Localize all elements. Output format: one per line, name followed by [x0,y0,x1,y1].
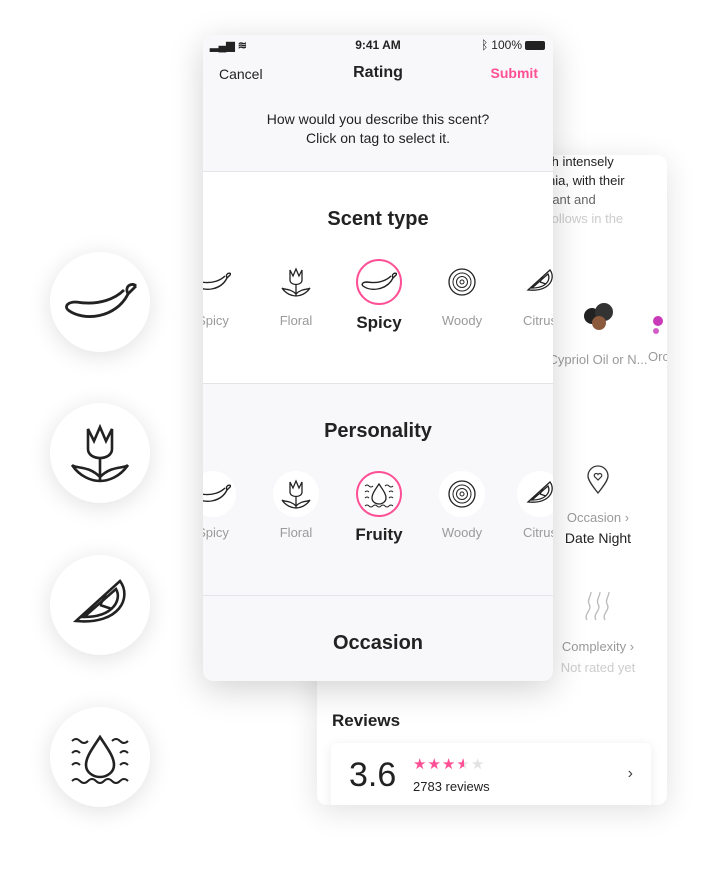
star-icon: ★ [427,756,442,773]
chili-icon [356,259,402,305]
review-count: 2783 reviews [413,779,490,794]
orchid-image [653,316,663,334]
battery-icon [525,40,545,50]
location-heart-icon [587,465,609,495]
battery-status: ᛒ 100% [481,38,545,52]
section-title-occasion: Occasion [332,632,424,654]
tag-spicy[interactable]: Spicy [203,259,253,328]
tag-fruity[interactable]: Fruity [339,471,419,545]
tag-label: Floral [279,525,313,540]
rating-modal: ▂▄▆ ≋ 9:41 AM ᛒ 100% Cancel Rating Submit… [203,35,553,681]
cypriol-image [584,303,613,330]
note-cypriol[interactable]: Cypriol Oil or N... [548,300,648,369]
tulip-icon [273,471,319,517]
prompt-text: How would you describe this scent? Click… [203,110,553,148]
citrus-icon [517,259,553,305]
occasion-item[interactable]: Occasion › Date Night [548,465,648,546]
tag-floral[interactable]: Floral [256,471,336,540]
star-icon: ★ [413,756,428,773]
tag-label: Floral [279,313,313,328]
water-drop-icon [50,707,150,807]
reviews-summary-card[interactable]: 3.6 ★★★★★ 2783 reviews › [331,743,651,805]
complexity-value: Not rated yet [560,660,636,675]
submit-button[interactable]: Submit [491,65,538,81]
chili-icon [203,471,236,517]
desc-line: nia, with their [548,173,625,188]
rating-score: 3.6 [349,756,397,794]
tag-floral[interactable]: Floral [256,259,336,328]
tag-label: Spicy [203,525,229,540]
note-label: Cypriol Oil or N... [548,352,648,367]
tag-label: Woody [441,525,483,540]
tag-label: Woody [441,313,483,328]
tulip-icon [273,259,319,305]
woody-icon [439,259,485,305]
tag-woody[interactable]: Woody [422,259,502,328]
drop-icon [356,471,402,517]
citrus-icon [517,471,553,517]
section-title-personality: Personality [324,420,432,442]
tag-label: Citrus [523,525,553,540]
tag-label: Fruity [355,525,403,544]
bluetooth-icon: ᛒ [481,38,489,52]
section-title-scent-type: Scent type [327,208,429,230]
star-rating: ★★★★★ [413,755,485,774]
woody-icon [439,471,485,517]
occasion-value: Date Night [564,530,632,546]
tag-label: Spicy [203,313,229,328]
tag-label: Spicy [356,313,402,332]
complexity-waves-icon [585,591,610,621]
reviews-heading: Reviews [332,711,401,730]
tag-spicy[interactable]: Spicy [339,259,419,333]
star-half-icon: ★ [456,756,471,773]
tag-citrus[interactable]: Citrus [500,259,553,328]
tag-spicy[interactable]: Spicy [203,471,253,540]
star-icon: ★ [441,756,457,773]
description: th intensely nia, with their rant and fo… [548,155,625,228]
prompt-line: Click on tag to select it. [306,130,450,146]
tag-woody[interactable]: Woody [422,471,502,540]
tag-citrus[interactable]: Citrus [500,471,553,540]
desc-line: th intensely [548,155,614,169]
tag-label: Citrus [523,313,553,328]
citrus-icon [50,555,150,655]
chili-icon [50,252,150,352]
complexity-item[interactable]: Complexity › Not rated yet [548,590,648,675]
chevron-right-icon[interactable]: › [628,765,633,783]
desc-line: rant and [548,192,596,207]
prompt-line: How would you describe this scent? [266,111,490,127]
tulip-icon [50,403,150,503]
desc-line: follows in the [548,211,624,226]
battery-percent: 100% [491,38,522,52]
note-label: Orc [648,349,667,364]
occasion-label: Occasion › [566,510,630,525]
chili-icon [203,259,236,305]
complexity-label: Complexity › [561,639,635,654]
star-icon: ★ [470,756,486,773]
